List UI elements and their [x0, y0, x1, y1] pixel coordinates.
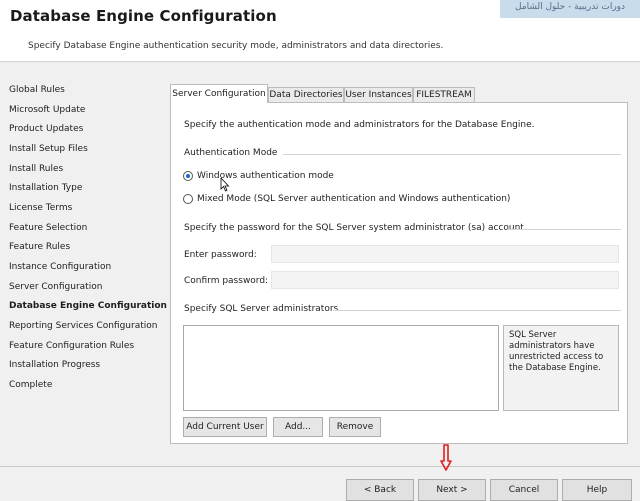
auth-intro-text: Specify the authentication mode and admi… — [184, 120, 535, 130]
sidebar-item-feature-rules[interactable]: Feature Rules — [9, 242, 70, 252]
sidebar-item-license-terms[interactable]: License Terms — [9, 203, 72, 213]
sidebar-item-install-rules[interactable]: Install Rules — [9, 164, 63, 174]
sidebar-item-reporting-services-configuration[interactable]: Reporting Services Configuration — [9, 321, 157, 331]
admins-group-divider — [333, 310, 621, 311]
sidebar-item-feature-selection[interactable]: Feature Selection — [9, 223, 87, 233]
administrators-list[interactable] — [183, 325, 499, 411]
tab-data-directories[interactable]: Data Directories — [268, 87, 344, 103]
add-current-user-button[interactable]: Add Current User — [183, 417, 267, 437]
mixed-mode-label[interactable]: Mixed Mode (SQL Server authentication an… — [197, 194, 510, 204]
sidebar-item-installation-type[interactable]: Installation Type — [9, 183, 82, 193]
sidebar-item-server-configuration[interactable]: Server Configuration — [9, 282, 102, 292]
auth-mode-group-divider — [283, 154, 621, 155]
cancel-button[interactable]: Cancel — [490, 479, 558, 501]
sidebar-item-product-updates[interactable]: Product Updates — [9, 124, 83, 134]
sidebar-item-complete[interactable]: Complete — [9, 380, 52, 390]
sidebar-item-installation-progress[interactable]: Installation Progress — [9, 360, 100, 370]
server-configuration-panel: Specify the authentication mode and admi… — [170, 102, 628, 444]
wizard-steps-sidebar: Global Rules Microsoft Update Product Up… — [0, 76, 167, 466]
windows-auth-radio[interactable] — [183, 171, 193, 181]
auth-mode-group-label: Authentication Mode — [184, 148, 278, 158]
sidebar-item-global-rules[interactable]: Global Rules — [9, 85, 65, 95]
add-button[interactable]: Add... — [273, 417, 323, 437]
wizard-footer: < Back Next > Cancel Help — [0, 466, 640, 501]
back-button[interactable]: < Back — [346, 479, 414, 501]
sidebar-item-database-engine-configuration[interactable]: Database Engine Configuration — [9, 301, 167, 311]
sidebar-item-install-setup-files[interactable]: Install Setup Files — [9, 144, 88, 154]
sidebar-item-feature-configuration-rules[interactable]: Feature Configuration Rules — [9, 341, 134, 351]
admins-group-label: Specify SQL Server administrators — [184, 304, 339, 314]
tab-server-configuration[interactable]: Server Configuration — [170, 84, 268, 103]
remove-button[interactable]: Remove — [329, 417, 381, 437]
confirm-password-label: Confirm password: — [184, 276, 269, 286]
tab-filestream[interactable]: FILESTREAM — [413, 87, 475, 103]
next-button[interactable]: Next > — [418, 479, 486, 501]
enter-password-label: Enter password: — [184, 250, 257, 260]
sidebar-item-instance-configuration[interactable]: Instance Configuration — [9, 262, 111, 272]
page-title: Database Engine Configuration — [10, 7, 277, 25]
page-header: Database Engine Configuration Specify Da… — [0, 0, 640, 62]
administrators-info-text: SQL Server administrators have unrestric… — [503, 325, 619, 411]
mouse-cursor-icon — [220, 178, 230, 192]
channel-watermark: دورات تدريبية - حلول الشامل — [500, 0, 640, 18]
windows-auth-label[interactable]: Windows authentication mode — [197, 171, 334, 181]
confirm-password-field[interactable] — [271, 271, 619, 289]
enter-password-field[interactable] — [271, 245, 619, 263]
sidebar-item-microsoft-update[interactable]: Microsoft Update — [9, 105, 85, 115]
page-subtitle: Specify Database Engine authentication s… — [28, 41, 444, 51]
mixed-mode-radio[interactable] — [183, 194, 193, 204]
help-button[interactable]: Help — [562, 479, 632, 501]
sa-password-group-divider — [507, 229, 621, 230]
tab-user-instances[interactable]: User Instances — [344, 87, 413, 103]
arrow-down-icon — [440, 444, 452, 471]
sa-password-instruction: Specify the password for the SQL Server … — [184, 223, 527, 233]
